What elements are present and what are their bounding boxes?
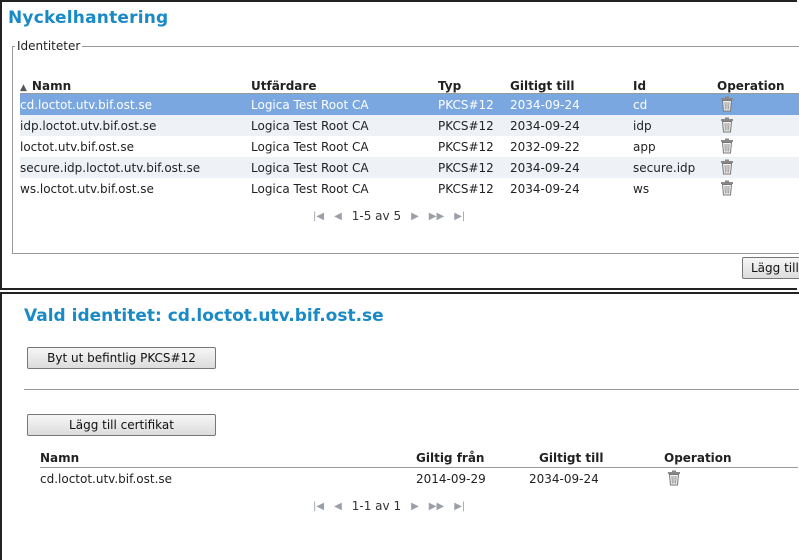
column-header-id[interactable]: Id xyxy=(633,79,646,93)
row-type: PKCS#12 xyxy=(438,161,494,175)
row-id: ws xyxy=(633,182,649,196)
row-name: ws.loctot.utv.bif.ost.se xyxy=(20,182,154,196)
row-issuer: Logica Test Root CA xyxy=(251,161,369,175)
first-page-icon[interactable]: |◀ xyxy=(313,501,324,512)
row-valid-to: 2034-09-24 xyxy=(510,161,580,175)
cert-row-valid-to: 2034-09-24 xyxy=(529,472,599,486)
sort-ascending-icon: ▲ xyxy=(20,83,27,93)
page-title: Nyckelhantering xyxy=(8,8,168,28)
identities-legend: Identiteter xyxy=(15,39,82,53)
selected-identity-title: Vald identitet: cd.loctot.utv.bif.ost.se xyxy=(24,306,384,326)
next-page-icon[interactable]: ▶▶ xyxy=(429,501,444,512)
row-type: PKCS#12 xyxy=(438,140,494,154)
certificates-pager: |◀ ◀ 1-1 av 1 ▶ ▶▶ ▶| xyxy=(313,499,465,513)
row-issuer: Logica Test Root CA xyxy=(251,119,369,133)
table-row[interactable]: idp.loctot.utv.bif.ost.se Logica Test Roo… xyxy=(20,115,799,136)
table-row[interactable]: ws.loctot.utv.bif.ost.se Logica Test Root… xyxy=(20,178,799,199)
cert-column-valid-to[interactable]: Giltigt till xyxy=(539,451,604,465)
row-id: cd xyxy=(633,98,647,112)
next-page-icon[interactable]: ▶ xyxy=(411,211,419,222)
row-name: idp.loctot.utv.bif.ost.se xyxy=(20,119,156,133)
certificates-table: Namn Giltig från Giltigt till Operation … xyxy=(40,450,798,489)
pager-status: 1-1 av 1 xyxy=(352,499,401,513)
certificates-table-header: Namn Giltig från Giltigt till Operation xyxy=(40,450,798,468)
trash-icon[interactable] xyxy=(720,117,734,133)
column-header-issuer[interactable]: Utfärdare xyxy=(251,79,316,93)
row-id: app xyxy=(633,140,656,154)
row-name: cd.loctot.utv.bif.ost.se xyxy=(20,98,152,112)
row-type: PKCS#12 xyxy=(438,98,494,112)
trash-icon[interactable] xyxy=(720,180,734,196)
column-header-name[interactable]: ▲Namn xyxy=(20,79,71,93)
cert-column-operation: Operation xyxy=(664,451,732,465)
column-header-type[interactable]: Typ xyxy=(438,79,461,93)
pager-status: 1-5 av 5 xyxy=(352,209,401,223)
row-name: loctot.utv.bif.ost.se xyxy=(20,140,134,154)
row-type: PKCS#12 xyxy=(438,119,494,133)
last-page-icon[interactable]: ▶| xyxy=(454,211,465,222)
table-row[interactable]: secure.idp.loctot.utv.bif.ost.se Logica T… xyxy=(20,157,799,178)
replace-pkcs12-button[interactable]: Byt ut befintlig PKCS#12 xyxy=(27,347,216,369)
table-row[interactable]: cd.loctot.utv.bif.ost.se Logica Test Root… xyxy=(20,94,799,115)
row-id: idp xyxy=(633,119,652,133)
identities-table: ▲Namn Utfärdare Typ Giltigt till Id Oper… xyxy=(20,77,799,199)
column-header-operation: Operation xyxy=(717,79,785,93)
row-valid-to: 2032-09-22 xyxy=(510,140,580,154)
row-issuer: Logica Test Root CA xyxy=(251,98,369,112)
add-certificate-button[interactable]: Lägg till certifikat xyxy=(27,414,216,436)
trash-icon[interactable] xyxy=(667,470,681,486)
table-row: cd.loctot.utv.bif.ost.se 2014-09-29 2034-0… xyxy=(40,468,798,489)
next-page-icon[interactable]: ▶ xyxy=(411,501,419,512)
cert-column-name[interactable]: Namn xyxy=(40,451,79,465)
row-issuer: Logica Test Root CA xyxy=(251,140,369,154)
prev-page-icon[interactable]: ◀ xyxy=(334,501,342,512)
trash-icon[interactable] xyxy=(720,96,734,112)
first-page-icon[interactable]: |◀ xyxy=(313,211,324,222)
row-type: PKCS#12 xyxy=(438,182,494,196)
column-header-valid-to[interactable]: Giltigt till xyxy=(510,79,575,93)
trash-icon[interactable] xyxy=(720,138,734,154)
cert-column-valid-from[interactable]: Giltig från xyxy=(416,451,484,465)
next-page-icon[interactable]: ▶▶ xyxy=(429,211,444,222)
cert-row-valid-from: 2014-09-29 xyxy=(416,472,486,486)
cert-row-name: cd.loctot.utv.bif.ost.se xyxy=(40,472,172,486)
trash-icon[interactable] xyxy=(720,159,734,175)
section-divider xyxy=(24,389,799,390)
identities-pager: |◀ ◀ 1-5 av 5 ▶ ▶▶ ▶| xyxy=(313,209,465,223)
row-valid-to: 2034-09-24 xyxy=(510,182,580,196)
last-page-icon[interactable]: ▶| xyxy=(454,501,465,512)
prev-page-icon[interactable]: ◀ xyxy=(334,211,342,222)
row-issuer: Logica Test Root CA xyxy=(251,182,369,196)
row-id: secure.idp xyxy=(633,161,695,175)
add-identity-button[interactable]: Lägg till xyxy=(742,257,799,279)
row-valid-to: 2034-09-24 xyxy=(510,119,580,133)
row-valid-to: 2034-09-24 xyxy=(510,98,580,112)
row-name: secure.idp.loctot.utv.bif.ost.se xyxy=(20,161,200,175)
table-row[interactable]: loctot.utv.bif.ost.se Logica Test Root CA… xyxy=(20,136,799,157)
identities-table-header: ▲Namn Utfärdare Typ Giltigt till Id Oper… xyxy=(20,77,799,94)
